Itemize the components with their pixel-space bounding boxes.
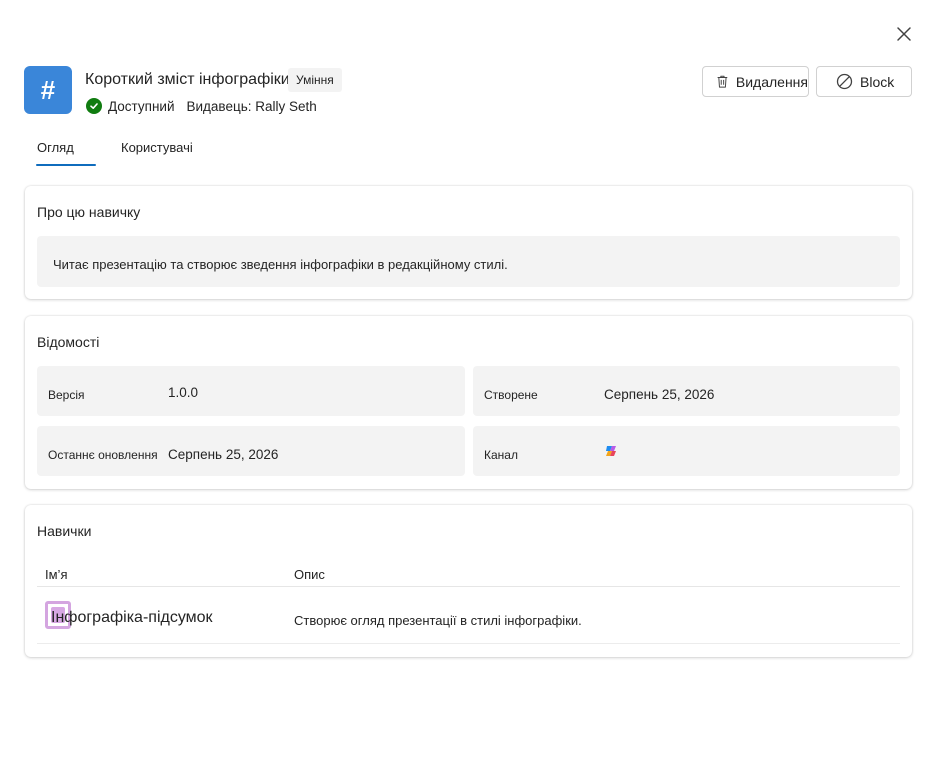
version-cell: Версія 1.0.0 — [37, 366, 465, 416]
hash-icon: # — [24, 66, 72, 114]
version-label: Версія — [48, 388, 85, 402]
updated-label: Останнє оновлення — [48, 448, 158, 462]
publisher-text: Видавець: Rally Seth — [186, 98, 317, 114]
trash-icon — [717, 75, 728, 88]
skill-name: Інфографіка-підсумок — [51, 609, 213, 626]
active-tab-indicator — [36, 164, 96, 166]
details-card: Відомості Версія 1.0.0 Створене Серпень … — [25, 316, 912, 489]
copilot-icon — [606, 446, 616, 456]
status-text: Доступний — [108, 98, 175, 114]
close-icon — [897, 27, 911, 41]
skill-description: Створює огляд презентації в стилі інфогр… — [294, 613, 582, 628]
skills-card: Навички Ім’я Опис Інфографіка-підсумок С… — [25, 505, 912, 657]
page-title: Короткий зміст інфографіки — [85, 71, 290, 88]
skill-header: # Короткий зміст інфографіки Уміння Дост… — [24, 66, 912, 116]
block-icon — [836, 73, 853, 90]
created-cell: Створене Серпень 25, 2026 — [473, 366, 900, 416]
about-text: Читає презентацію та створює зведення ін… — [37, 236, 900, 287]
tab-overview[interactable]: Огляд — [37, 140, 74, 155]
details-title: Відомості — [37, 334, 100, 350]
channel-cell: Канал — [473, 426, 900, 476]
column-header-description[interactable]: Опис — [294, 567, 325, 582]
skills-title: Навички — [37, 523, 92, 539]
column-header-name[interactable]: Ім’я — [45, 567, 67, 582]
created-label: Створене — [484, 388, 538, 402]
type-badge: Уміння — [288, 68, 342, 92]
updated-cell: Останнє оновлення Серпень 25, 2026 — [37, 426, 465, 476]
tab-users[interactable]: Користувачі — [121, 140, 193, 155]
block-button[interactable]: Block — [816, 66, 912, 97]
close-button[interactable] — [892, 22, 916, 46]
table-row[interactable]: Інфографіка-підсумок Створює огляд презе… — [37, 587, 900, 644]
delete-button[interactable]: Видалення — [702, 66, 809, 97]
delete-label: Видалення — [735, 73, 808, 90]
version-value: 1.0.0 — [168, 385, 199, 400]
check-circle-icon — [86, 98, 102, 114]
block-label: Block — [860, 73, 895, 90]
about-title: Про цю навичку — [37, 204, 141, 220]
about-card: Про цю навичку Читає презентацію та ство… — [25, 186, 912, 299]
status-row: Доступний Видавець: Rally Seth — [86, 97, 317, 115]
updated-value: Серпень 25, 2026 — [168, 447, 279, 462]
created-value: Серпень 25, 2026 — [604, 387, 715, 402]
channel-label: Канал — [484, 448, 518, 462]
